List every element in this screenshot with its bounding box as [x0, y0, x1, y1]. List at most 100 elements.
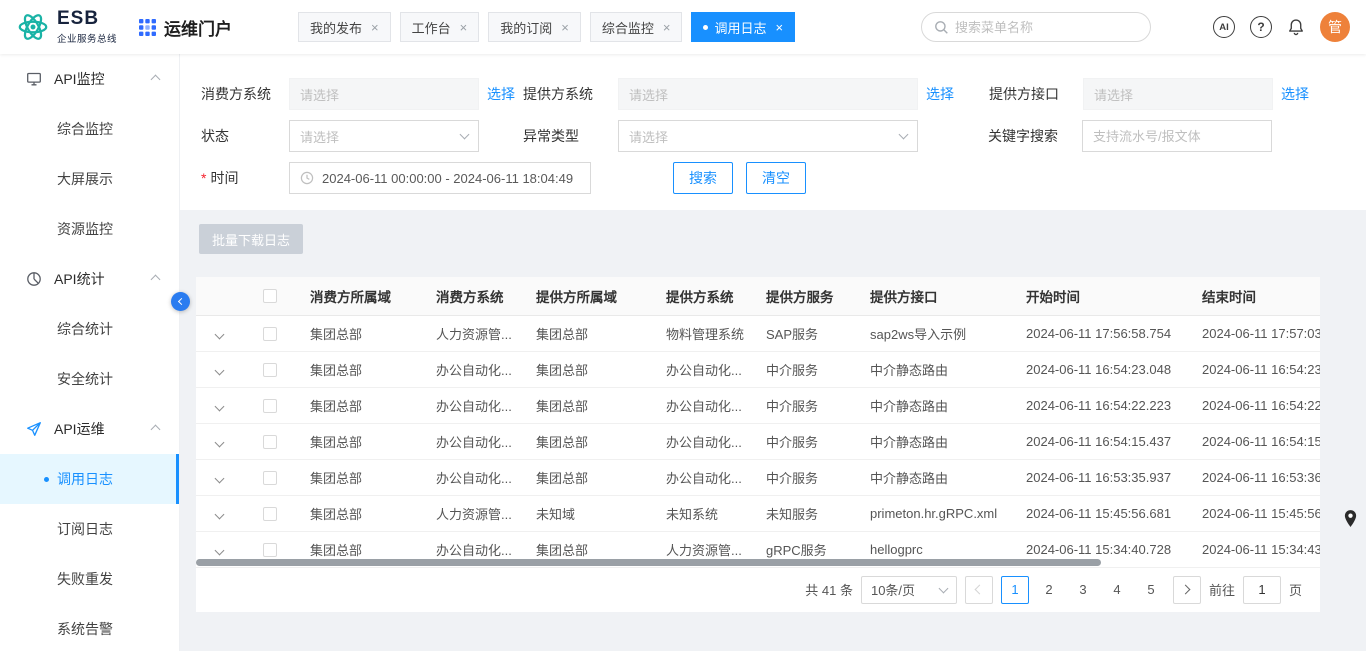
notification-bell-icon[interactable] [1287, 18, 1305, 36]
sidebar-item-资源监控[interactable]: 资源监控 [0, 204, 179, 254]
help-icon[interactable]: ? [1250, 16, 1272, 38]
row-checkbox[interactable] [263, 399, 277, 413]
main-content: 消费方系统 请选择 选择 提供方系统 请选择 选择 提供方接口 请选择 选择 状… [180, 54, 1366, 651]
tab-close-icon[interactable]: × [775, 20, 783, 35]
tab-label: 工作台 [412, 18, 451, 37]
log-table: 消费方所属域消费方系统提供方所属域提供方系统提供方服务提供方接口开始时间结束时间… [196, 277, 1320, 568]
filter-panel: 消费方系统 请选择 选择 提供方系统 请选择 选择 提供方接口 请选择 选择 状… [180, 54, 1366, 210]
page-button-3[interactable]: 3 [1069, 576, 1097, 604]
consumer-system-select-link[interactable]: 选择 [487, 84, 515, 104]
batch-download-button[interactable]: 批量下载日志 [199, 224, 303, 254]
next-page-button[interactable] [1173, 576, 1201, 604]
consumer-system-input[interactable]: 请选择 [289, 78, 479, 110]
app-logo: ESB 企业服务总线 [16, 9, 117, 45]
sidebar-item-大屏展示[interactable]: 大屏展示 [0, 154, 179, 204]
table-cell: 2024-06-11 16:54:15.437 [1014, 423, 1190, 459]
tab-label: 我的发布 [310, 18, 362, 37]
search-button[interactable]: 搜索 [673, 162, 733, 194]
tab-综合监控[interactable]: 综合监控× [590, 12, 683, 42]
table-cell: 中介服务 [754, 387, 858, 423]
search-input[interactable] [955, 20, 1138, 35]
tab-我的订阅[interactable]: 我的订阅 × [488, 12, 581, 42]
menu-search[interactable] [921, 12, 1151, 42]
table-cell: 人力资源管... [424, 315, 524, 351]
sidebar-group-label: API运维 [54, 419, 152, 439]
sidebar-item-综合统计[interactable]: 综合统计 [0, 304, 179, 354]
provider-system-select-link[interactable]: 选择 [926, 84, 954, 104]
select-all-checkbox[interactable] [263, 289, 277, 303]
row-checkbox[interactable] [263, 543, 277, 557]
sidebar-group-API监控[interactable]: API监控 [0, 54, 179, 104]
tab-close-icon[interactable]: × [371, 20, 379, 35]
page-button-1[interactable]: 1 [1001, 576, 1029, 604]
sidebar-item-调用日志[interactable]: 调用日志 [0, 454, 179, 504]
expand-row-icon[interactable] [214, 329, 224, 339]
chevron-right-icon [1181, 585, 1191, 595]
sidebar-collapse-button[interactable] [171, 292, 190, 311]
tab-close-icon[interactable]: × [561, 20, 569, 35]
row-checkbox[interactable] [263, 363, 277, 377]
stats-icon [26, 271, 42, 287]
sidebar-item-失败重发[interactable]: 失败重发 [0, 554, 179, 604]
tab-close-icon[interactable]: × [663, 20, 671, 35]
sidebar-group-API统计[interactable]: API统计 [0, 254, 179, 304]
page-button-4[interactable]: 4 [1103, 576, 1131, 604]
sidebar-group-API运维[interactable]: API运维 [0, 404, 179, 454]
row-checkbox[interactable] [263, 471, 277, 485]
table-cell: 中介服务 [754, 351, 858, 387]
page-button-5[interactable]: 5 [1137, 576, 1165, 604]
table-cell: 2024-06-11 15:45:56. [1190, 495, 1320, 531]
status-select[interactable]: 请选择 [289, 120, 479, 152]
expand-row-icon[interactable] [214, 509, 224, 519]
row-checkbox[interactable] [263, 507, 277, 521]
tab-label: 我的订阅 [500, 18, 552, 37]
time-label: *时间 [201, 168, 289, 188]
tab-label: 调用日志 [714, 18, 766, 37]
table-cell: 未知域 [524, 495, 654, 531]
chevron-up-icon [151, 274, 161, 284]
sidebar-item-系统告警[interactable]: 系统告警 [0, 604, 179, 651]
sidebar-item-订阅日志[interactable]: 订阅日志 [0, 504, 179, 554]
page-size-select[interactable]: 10条/页 [861, 576, 957, 604]
table-cell: 集团总部 [524, 423, 654, 459]
row-checkbox[interactable] [263, 327, 277, 341]
expand-row-icon[interactable] [214, 365, 224, 375]
expand-row-icon[interactable] [214, 437, 224, 447]
ai-assistant-icon[interactable]: AI [1213, 16, 1235, 38]
row-checkbox[interactable] [263, 435, 277, 449]
table-cell: 2024-06-11 16:54:22. [1190, 387, 1320, 423]
tab-close-icon[interactable]: × [460, 20, 468, 35]
tab-bar: 我的发布×工作台×我的订阅×综合监控×调用日志× [298, 12, 795, 42]
table-cell: 集团总部 [298, 315, 424, 351]
column-header: 结束时间 [1190, 277, 1320, 315]
keyword-input[interactable] [1082, 120, 1272, 152]
tab-我的发布[interactable]: 我的发布 × [298, 12, 391, 42]
horizontal-scrollbar[interactable] [196, 559, 1101, 566]
sidebar-item-综合监控[interactable]: 综合监控 [0, 104, 179, 154]
jump-page-input[interactable] [1243, 576, 1281, 604]
table-cell: 2024-06-11 16:54:15. [1190, 423, 1320, 459]
expand-row-icon[interactable] [214, 473, 224, 483]
esb-logo-icon [16, 10, 50, 44]
table-cell: 办公自动化... [424, 351, 524, 387]
expand-row-icon[interactable] [214, 545, 224, 555]
exception-type-select[interactable]: 请选择 [618, 120, 918, 152]
provider-interface-select-link[interactable]: 选择 [1281, 84, 1309, 104]
page-button-2[interactable]: 2 [1035, 576, 1063, 604]
table-row: 集团总部办公自动化...集团总部办公自动化...中介服务中介静态路由2024-0… [196, 423, 1320, 459]
table-cell: 办公自动化... [424, 387, 524, 423]
provider-interface-input[interactable]: 请选择 [1083, 78, 1273, 110]
user-avatar[interactable]: 管 [1320, 12, 1350, 42]
tab-调用日志[interactable]: 调用日志 × [691, 12, 795, 42]
expand-row-icon[interactable] [214, 401, 224, 411]
tab-工作台[interactable]: 工作台 × [400, 12, 480, 42]
table-cell: 中介静态路由 [858, 351, 1014, 387]
provider-system-input[interactable]: 请选择 [618, 78, 918, 110]
prev-page-button[interactable] [965, 576, 993, 604]
time-range-input[interactable]: 2024-06-11 00:00:00 - 2024-06-11 18:04:4… [289, 162, 591, 194]
consumer-system-label: 消费方系统 [201, 84, 289, 104]
location-pin-icon[interactable] [1343, 509, 1358, 533]
sidebar-item-安全统计[interactable]: 安全统计 [0, 354, 179, 404]
clear-button[interactable]: 清空 [746, 162, 806, 194]
table-cell: 中介服务 [754, 459, 858, 495]
